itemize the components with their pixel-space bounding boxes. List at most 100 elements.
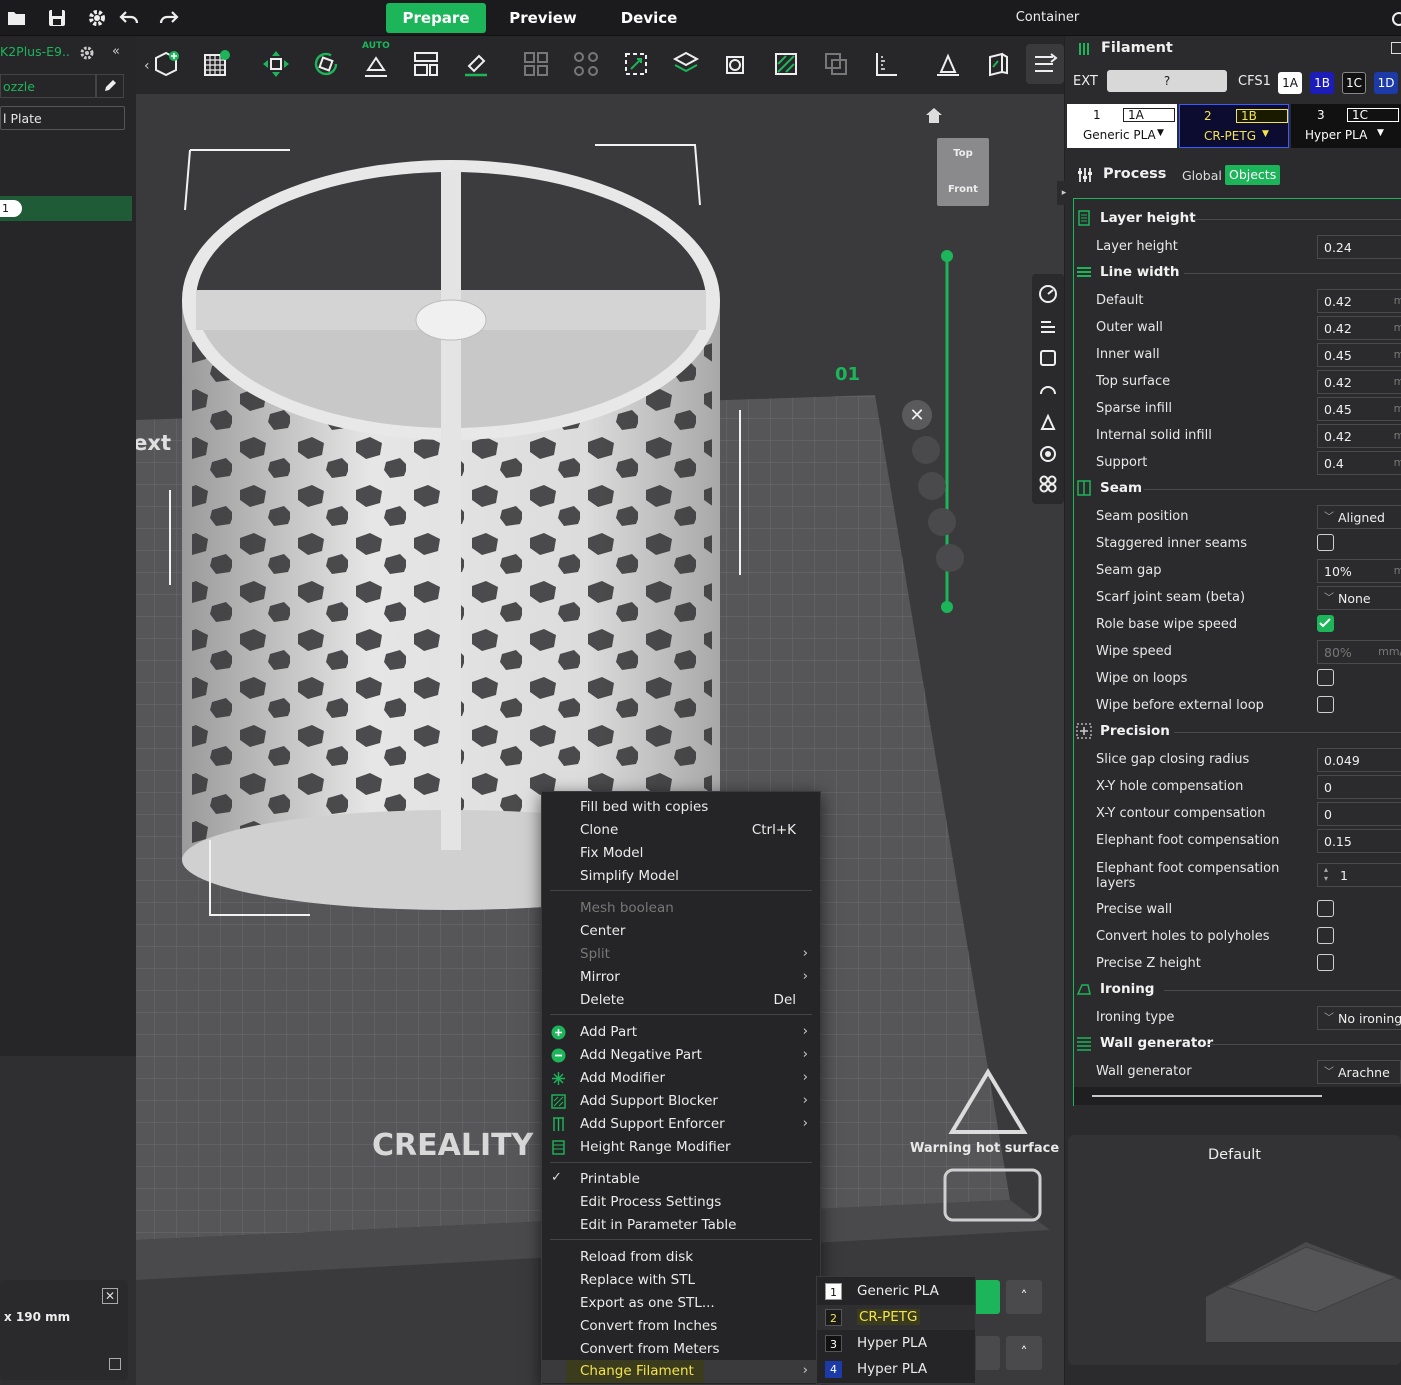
- menu-reload-from-disk[interactable]: Reload from disk: [542, 1246, 820, 1269]
- variable-height-icon[interactable]: [1026, 44, 1064, 84]
- collapse-sidebar-icon[interactable]: ▸: [1057, 181, 1071, 205]
- object-list-row[interactable]: 1: [0, 196, 132, 221]
- tab-global[interactable]: Global: [1182, 168, 1222, 183]
- add-object-icon[interactable]: [146, 44, 186, 84]
- slot-code: 1A: [1123, 108, 1175, 122]
- printer-name[interactable]: K2Plus-E9...: [0, 44, 70, 59]
- mesh-boolean-icon[interactable]: [716, 44, 756, 84]
- home-view-icon[interactable]: [924, 106, 944, 124]
- menu-mirror[interactable]: Mirror ›: [542, 966, 820, 989]
- auto-orient-icon[interactable]: AUTO: [356, 41, 396, 84]
- menu-export-as-one-stl[interactable]: Export as one STL...: [542, 1292, 820, 1315]
- slice-options-chevron-icon[interactable]: ˄: [1006, 1280, 1042, 1314]
- menu-split: Split ›: [580, 945, 808, 962]
- layers-icon[interactable]: [1038, 316, 1058, 336]
- filament-slot-1[interactable]: 1 1A Generic PLA ▼: [1067, 104, 1177, 148]
- support-view-icon[interactable]: [1038, 412, 1058, 432]
- submenu-filament-4[interactable]: 4 Hyper PLA: [817, 1357, 975, 1382]
- plate-view-icon[interactable]: [1038, 348, 1058, 368]
- menu-delete[interactable]: Delete Del: [542, 989, 820, 1012]
- speed-dial-icon[interactable]: [1038, 284, 1058, 304]
- menu-center[interactable]: Center: [542, 920, 820, 943]
- collapse-panel-icon[interactable]: «: [112, 44, 120, 59]
- menu-add-modifier[interactable]: Add Modifier ›: [542, 1067, 820, 1090]
- view-cube[interactable]: Top Front: [937, 138, 989, 206]
- view-cube-front[interactable]: Front: [937, 184, 989, 195]
- menu-replace-with-stl[interactable]: Replace with STL: [542, 1269, 820, 1292]
- menu-simplify-model[interactable]: Simplify Model: [542, 865, 820, 888]
- edit-pencil-icon[interactable]: [96, 74, 124, 98]
- auto-arrange-icon[interactable]: [918, 472, 946, 500]
- chevron-right-icon: ›: [802, 1092, 808, 1108]
- arrange-grid-icon[interactable]: [196, 44, 236, 84]
- cfs-slot-1c[interactable]: 1C: [1342, 72, 1366, 94]
- menu-add-part[interactable]: Add Part ›: [542, 1021, 820, 1044]
- tab-preview[interactable]: Preview: [494, 3, 592, 33]
- close-gizmo-icon[interactable]: ✕: [902, 400, 932, 430]
- collapse-info-icon[interactable]: [109, 1358, 121, 1370]
- lock-icon[interactable]: [928, 508, 956, 536]
- seam-paint-icon[interactable]: [816, 44, 856, 84]
- cfs-slot-1d[interactable]: 1D: [1374, 72, 1398, 94]
- process-settings-scroll[interactable]: [1073, 198, 1401, 1106]
- menu-add-negative-part[interactable]: Add Negative Part ›: [542, 1044, 820, 1067]
- scale-icon[interactable]: [616, 44, 656, 84]
- arrange-icon[interactable]: [406, 44, 446, 84]
- view-cube-top[interactable]: Top: [937, 148, 989, 159]
- tab-prepare[interactable]: Prepare: [386, 3, 486, 33]
- menu-edit-in-parameter-table[interactable]: Edit in Parameter Table: [542, 1214, 820, 1237]
- measure-icon[interactable]: [866, 44, 906, 84]
- menu-height-range-modifier[interactable]: Height Range Modifier: [542, 1136, 820, 1159]
- tab-device[interactable]: Device: [604, 3, 694, 33]
- lay-on-face-icon[interactable]: [456, 44, 496, 84]
- save-icon[interactable]: [45, 6, 69, 30]
- settings-gizmo-icon[interactable]: [936, 544, 964, 572]
- printer-settings-icon[interactable]: [78, 44, 96, 62]
- menu-edit-process-settings[interactable]: Edit Process Settings: [542, 1191, 820, 1214]
- menu-convert-from-meters[interactable]: Convert from Meters: [542, 1338, 820, 1361]
- settings-gear-icon[interactable]: [85, 6, 109, 30]
- menu-add-support-enforcer[interactable]: Add Support Enforcer ›: [542, 1113, 820, 1136]
- close-info-icon[interactable]: ✕: [102, 1288, 118, 1304]
- split-objects-icon[interactable]: [516, 44, 556, 84]
- cfs-slot-1b[interactable]: 1B: [1310, 72, 1334, 94]
- undo-icon[interactable]: [117, 6, 141, 30]
- text-emboss-icon[interactable]: [978, 44, 1018, 84]
- menu-fix-model[interactable]: Fix Model: [542, 842, 820, 865]
- menu-fill-bed[interactable]: Fill bed with copies: [542, 796, 820, 819]
- menu-printable[interactable]: ✓ Printable: [542, 1168, 820, 1191]
- tab-objects[interactable]: Objects: [1225, 165, 1281, 185]
- slice-button[interactable]: [974, 1280, 1000, 1314]
- split-parts-icon[interactable]: [566, 44, 606, 84]
- submenu-filament-1[interactable]: 1 Generic PLA: [817, 1279, 975, 1304]
- menu-add-support-blocker[interactable]: Add Support Blocker ›: [542, 1090, 820, 1113]
- menu-change-filament[interactable]: Change Filament ›: [542, 1360, 820, 1383]
- submenu-filament-2[interactable]: 2 CR-PETG: [817, 1305, 975, 1330]
- filament-slot-3[interactable]: 3 1C Hyper PLA ▼: [1291, 104, 1401, 148]
- open-folder-icon[interactable]: [5, 6, 29, 30]
- redo-icon[interactable]: [157, 6, 181, 30]
- export-button[interactable]: [974, 1336, 1000, 1370]
- menu-clone[interactable]: Clone Ctrl+K: [542, 819, 820, 842]
- export-options-chevron-icon[interactable]: ˄: [1006, 1336, 1042, 1370]
- nozzle-field[interactable]: ozzle: [0, 74, 96, 98]
- cut-icon[interactable]: [666, 44, 706, 84]
- target-icon[interactable]: [1038, 444, 1058, 464]
- plate-selector[interactable]: l Plate: [0, 106, 125, 130]
- filament-settings-icon[interactable]: [1391, 42, 1401, 54]
- chevron-down-icon: ▼: [1262, 129, 1269, 139]
- filament-slot-2[interactable]: 2 1B CR-PETG ▼: [1179, 104, 1289, 148]
- cfs-slot-1a[interactable]: 1A: [1278, 72, 1302, 94]
- menu-convert-from-inches[interactable]: Convert from Inches: [542, 1315, 820, 1338]
- assembly-icon[interactable]: [928, 44, 968, 84]
- object-list-toggle-icon[interactable]: [912, 436, 940, 464]
- gauge-icon[interactable]: [1038, 380, 1058, 400]
- submenu-filament-3[interactable]: 3 Hyper PLA: [817, 1331, 975, 1356]
- move-icon[interactable]: [256, 44, 296, 84]
- multi-object-icon[interactable]: [1038, 474, 1058, 494]
- left-panel: K2Plus-E9... « ozzle l Plate 1: [0, 36, 136, 1056]
- support-paint-icon[interactable]: [766, 44, 806, 84]
- ext-slot[interactable]: ?: [1107, 70, 1227, 92]
- power-icon[interactable]: [1390, 8, 1401, 28]
- rotate-icon[interactable]: [306, 44, 346, 84]
